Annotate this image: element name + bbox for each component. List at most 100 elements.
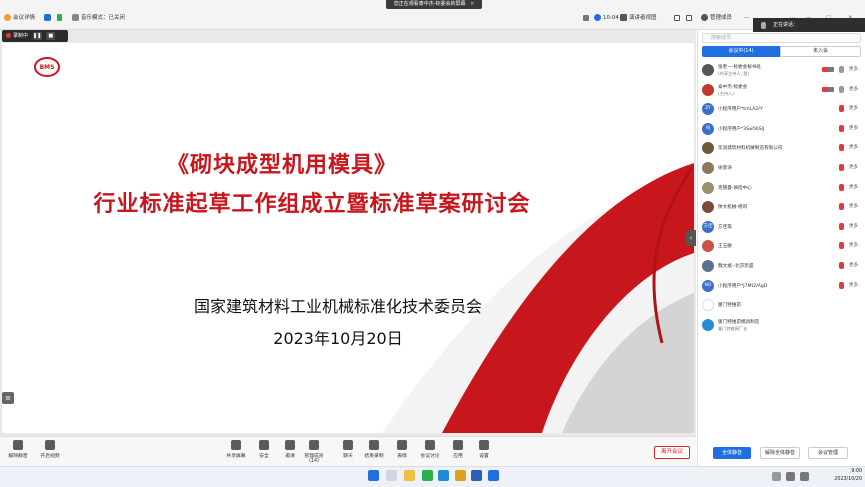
member-row[interactable]: 克赫曼-质检中心 更多 (700, 179, 863, 197)
member-more-button[interactable]: 更多 (849, 125, 858, 131)
tray-chevron-icon[interactable] (772, 472, 781, 481)
member-more-button[interactable]: 更多 (849, 242, 858, 248)
toolbar-icon-5: members-icon (309, 440, 319, 450)
toolbar-icon-11: gear-icon (479, 440, 489, 450)
toolbar-button-1[interactable]: video-off-icon 开启视频 (36, 440, 64, 459)
toolbar-label: 会议讨论 (420, 454, 440, 459)
pause-recording-button[interactable]: ❚❚ (32, 31, 42, 40)
members-icon (701, 14, 708, 21)
mic-muted-icon[interactable] (839, 144, 844, 152)
member-row[interactable]: NO 小程序用户*J7Mt2/AgD 更多 (700, 277, 863, 295)
toolbar-label: 表情 (397, 454, 407, 459)
member-more-button[interactable]: 更多 (849, 105, 858, 111)
mute-all-button[interactable]: 全体静音 (713, 447, 751, 459)
taskbar-clock[interactable]: 9:00 2023/10/20 (818, 468, 862, 484)
wechat-icon[interactable] (422, 470, 433, 481)
avatar (702, 240, 714, 253)
security-shield-icon[interactable] (44, 13, 53, 23)
collapse-panel-handle[interactable]: ‹ (686, 230, 696, 246)
start-icon[interactable] (368, 470, 379, 481)
avatar (702, 318, 714, 331)
member-row[interactable]: 徐景涛 更多 (700, 159, 863, 177)
list-icon[interactable]: ≡ (2, 392, 14, 404)
member-row[interactable]: 张老一-标委会秘书处 (共享主持人, 我) 更多 (700, 61, 863, 79)
member-row[interactable]: 厦门特维昂模具制造 厦门特维昂厂长 (700, 316, 863, 334)
toolbar-icon-7: record-icon (369, 440, 379, 450)
member-row[interactable]: 魏文斌--北京凯盛 更多 (700, 257, 863, 275)
toolbar-button-6[interactable]: chat-icon 聊天 (334, 440, 362, 459)
minimize-icon[interactable]: — (744, 13, 750, 23)
word-icon[interactable] (471, 470, 482, 481)
stop-recording-button[interactable]: ■ (46, 31, 56, 40)
mic-muted-icon[interactable] (839, 262, 844, 269)
toolbar-icon-2: share-screen-icon (231, 440, 241, 450)
toolbar-button-0[interactable]: mic-off-icon 解除静音 (4, 440, 32, 459)
mic-muted-icon[interactable] (839, 203, 844, 211)
recording-bar: 录制中 ❚❚ ■ (2, 30, 68, 42)
member-more-button[interactable]: 更多 (849, 86, 858, 92)
volume-icon[interactable] (800, 472, 809, 481)
wifi-icon[interactable] (786, 472, 795, 481)
mic-muted-icon[interactable] (839, 222, 844, 230)
music-mode-indicator[interactable]: 音乐模式：已关闭 (72, 13, 125, 23)
tab-not-joined[interactable]: 未入会 (780, 46, 861, 57)
edge-icon[interactable] (438, 470, 449, 481)
leave-meeting-button[interactable]: 离开会议 (654, 446, 690, 459)
member-more-button[interactable]: 更多 (849, 184, 858, 190)
member-more-button[interactable]: 更多 (849, 203, 858, 209)
member-more-button[interactable]: 更多 (849, 66, 858, 72)
toolbar-button-9[interactable]: discussion-icon 会议讨论 (416, 440, 444, 459)
mic-muted-icon[interactable] (839, 242, 844, 250)
app-icon[interactable] (455, 470, 466, 481)
member-name: 小程序用户*3Sw56S/J (718, 126, 765, 132)
mic-muted-icon[interactable] (839, 164, 844, 171)
toolbar-button-5[interactable]: members-icon 管理成员(14) (300, 440, 328, 464)
mic-muted-icon[interactable] (839, 105, 844, 113)
toolbar-button-8[interactable]: emoji-icon 表情 (388, 440, 416, 459)
member-row[interactable]: 华润建筑材料机械制造有限公司 更多 (700, 139, 863, 157)
unmute-all-button[interactable]: 解除全体静音 (760, 447, 800, 459)
member-more-button[interactable]: 更多 (849, 144, 858, 150)
mic-muted-icon[interactable] (839, 124, 844, 132)
toolbar-button-2[interactable]: share-screen-icon 共享屏幕 (222, 440, 250, 459)
mic-icon[interactable] (839, 85, 844, 93)
member-name: 小程序用户*tmLA2/Y (718, 107, 763, 113)
tencent-meeting-icon[interactable] (488, 470, 499, 481)
fullscreen-icon[interactable] (674, 13, 682, 23)
close-icon[interactable]: × (470, 1, 474, 7)
meeting-info-button[interactable]: 会议详情 (4, 13, 35, 23)
member-more-button[interactable]: 更多 (849, 164, 858, 170)
slide-date: 2023年10月20日 (273, 329, 403, 348)
toolbar-button-11[interactable]: gear-icon 设置 (470, 440, 498, 459)
logo-text: BMS (40, 64, 55, 71)
member-name: 王玉敏 (718, 244, 732, 250)
mic-icon[interactable] (839, 66, 844, 73)
member-row[interactable]: 泰中杰-标委会 (主持人) 更多 (700, 81, 863, 99)
meeting-manage-button[interactable]: 会议管理 (808, 447, 848, 459)
manage-members-header[interactable]: 管理成员 (701, 13, 732, 23)
member-row[interactable]: 陕文机械-杨哥 更多 (700, 198, 863, 216)
member-row[interactable]: 方佳 方佳琪 更多 (700, 218, 863, 236)
mic-muted-icon[interactable] (839, 183, 844, 191)
member-more-button[interactable]: 更多 (849, 262, 858, 268)
member-row[interactable]: 9J 小程序用户*3Sw56S/J 更多 (700, 120, 863, 138)
pip-icon[interactable] (686, 13, 694, 23)
member-row[interactable]: 王玉敏 更多 (700, 237, 863, 255)
speaker-view-button[interactable]: 演讲者视图 (620, 13, 657, 23)
file-explorer-icon[interactable] (404, 470, 415, 481)
grid-icon[interactable] (583, 13, 591, 23)
slide-title-line2: 行业标准起草工作组成立暨标准草案研讨会 (93, 192, 531, 217)
toolbar-button-10[interactable]: apps-icon 应用 (444, 440, 472, 459)
member-row[interactable]: ZY 小程序用户*tmLA2/Y 更多 (700, 100, 863, 118)
member-row[interactable]: 厦门特维昂 (700, 296, 863, 314)
search-icon[interactable] (386, 470, 397, 481)
speaking-label: 正在讲话： (773, 22, 799, 28)
member-more-button[interactable]: 更多 (849, 223, 858, 229)
share-icon (828, 67, 834, 72)
toolbar-button-7[interactable]: record-icon 结束录制 (360, 440, 388, 459)
tab-in-meeting[interactable]: 会议中(14) (702, 46, 780, 57)
member-more-button[interactable]: 更多 (849, 282, 858, 288)
mic-muted-icon[interactable] (839, 281, 844, 289)
member-search-input[interactable]: 搜索成员 (702, 33, 861, 43)
toolbar-button-3[interactable]: shield-icon 安全 (250, 440, 278, 459)
